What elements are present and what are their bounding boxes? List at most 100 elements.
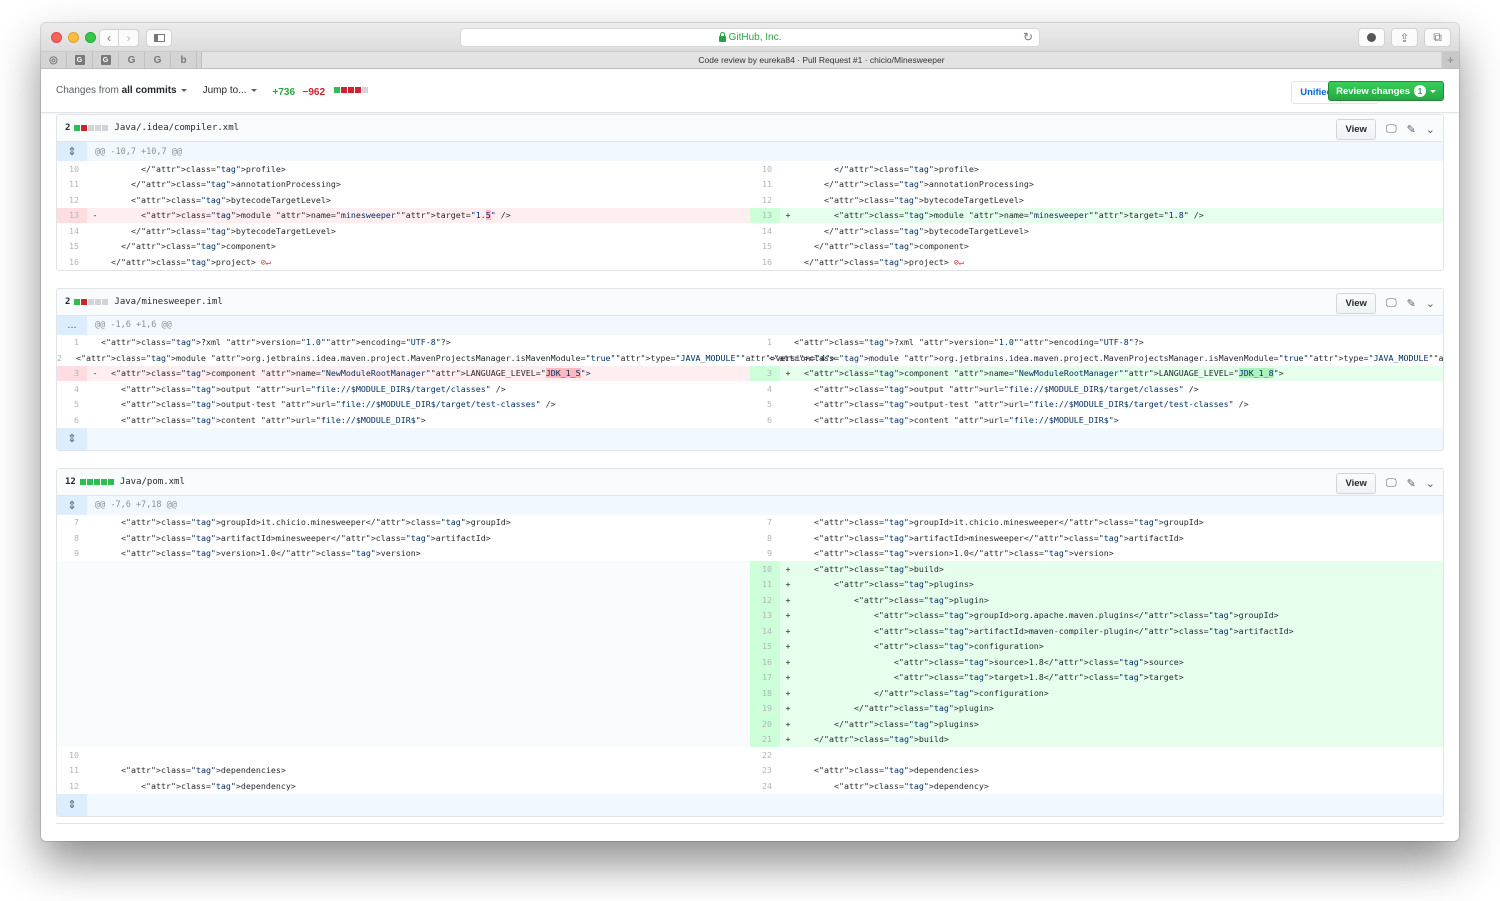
line-number[interactable]: 7 [750,515,780,531]
line-number[interactable]: 5 [750,397,780,413]
sidebar-toggle-button[interactable] [146,29,172,47]
expand-icon[interactable]: ⇕ [57,495,87,515]
close-window-button[interactable] [51,32,62,43]
expand-icon[interactable]: ⇕ [57,142,87,161]
favorite-google-1[interactable]: G [67,52,93,68]
zoom-window-button[interactable] [85,32,96,43]
line-number[interactable]: 2 [57,350,70,366]
favorite-github[interactable]: ◎ [41,52,67,68]
line-number[interactable]: 14 [750,623,780,639]
line-number[interactable]: 12 [57,192,87,208]
line-number[interactable]: 1 [57,335,87,351]
display-rich-diff-icon[interactable]: 🖵 [1386,123,1397,136]
file-path[interactable]: Java/minesweeper.iml [114,297,222,307]
line-number[interactable]: 4 [57,381,87,397]
line-number[interactable]: 4 [750,381,780,397]
expand-below[interactable]: ⇕ [57,793,1443,816]
line-number[interactable]: 10 [57,747,87,763]
line-number[interactable]: 19 [750,700,780,716]
line-number[interactable]: 11 [57,177,87,193]
line-number[interactable]: 6 [57,412,87,428]
line-number[interactable]: 13 [750,607,780,623]
line-number[interactable]: 21 [750,731,780,747]
review-changes-button[interactable]: Review changes 1 [1328,81,1444,101]
view-file-button[interactable]: View [1336,292,1376,314]
file-path[interactable]: Java/pom.xml [120,477,185,487]
line-number[interactable] [57,561,87,577]
line-number[interactable]: 12 [750,192,780,208]
line-number[interactable]: 14 [750,223,780,239]
display-rich-diff-icon[interactable]: 🖵 [1386,297,1397,310]
forward-button[interactable]: › [119,29,139,47]
favorite-google-4[interactable]: G [145,52,171,68]
line-number[interactable] [57,623,87,639]
line-number[interactable]: 15 [750,638,780,654]
line-number[interactable]: 15 [57,239,87,255]
view-file-button[interactable]: View [1336,119,1376,140]
pencil-icon[interactable]: ✎ [1407,297,1416,310]
line-number[interactable]: 9 [750,546,780,562]
line-number[interactable]: 5 [57,397,87,413]
line-number[interactable]: 15 [750,239,780,255]
line-number[interactable]: 3 [750,365,780,381]
favorite-google-2[interactable]: G [93,52,119,68]
line-number[interactable]: 2 [750,350,763,366]
line-number[interactable] [57,670,87,686]
line-number[interactable]: 18 [750,685,780,701]
reload-icon[interactable]: ↻ [1023,30,1033,44]
line-number[interactable]: 3 [57,365,87,381]
view-file-button[interactable]: View [1336,472,1376,494]
new-tab-button[interactable]: + [1442,52,1459,68]
line-number[interactable] [57,732,87,748]
favorite-bing[interactable]: b [171,52,197,68]
line-number[interactable]: 1 [750,335,780,351]
line-number[interactable]: 14 [57,223,87,239]
line-number[interactable]: 13 [57,207,87,223]
line-number[interactable]: 17 [750,669,780,685]
line-number[interactable]: 24 [750,778,780,794]
line-number[interactable]: 8 [57,530,87,546]
line-number[interactable] [57,685,87,701]
display-rich-diff-icon[interactable]: 🖵 [1386,477,1397,490]
line-number[interactable]: 11 [750,576,780,592]
line-number[interactable]: 11 [57,763,87,779]
favorite-google-3[interactable]: G [119,52,145,68]
share-button[interactable]: ⇪ [1391,28,1418,47]
line-number[interactable] [57,608,87,624]
minimize-window-button[interactable] [68,32,79,43]
file-path[interactable]: Java/.idea/compiler.xml [114,123,239,133]
line-number[interactable]: 8 [750,530,780,546]
line-number[interactable] [57,577,87,593]
line-number[interactable]: 22 [750,747,780,763]
line-number[interactable] [57,639,87,655]
line-number[interactable]: 12 [750,592,780,608]
line-number[interactable]: 20 [750,716,780,732]
chevron-down-icon[interactable]: ⌄ [1426,123,1435,136]
line-number[interactable] [57,654,87,670]
chevron-down-icon[interactable]: ⌄ [1426,477,1435,490]
line-number[interactable]: 10 [57,161,87,177]
line-number[interactable] [57,701,87,717]
address-bar[interactable]: GitHub, Inc. ↻ [460,28,1040,47]
changes-from-dropdown[interactable]: Changes from all commits [56,85,187,96]
line-number[interactable]: 9 [57,546,87,562]
line-number[interactable]: 13 [750,207,780,223]
expand-below[interactable]: ⇕ [57,427,1443,450]
pencil-icon[interactable]: ✎ [1407,123,1416,136]
line-number[interactable]: 23 [750,763,780,779]
line-number[interactable]: 10 [750,561,780,577]
line-number[interactable]: 16 [750,254,780,270]
line-number[interactable]: 7 [57,515,87,531]
jump-to-dropdown[interactable]: Jump to... [203,85,257,96]
line-number[interactable]: 16 [750,654,780,670]
back-button[interactable]: ‹ [99,29,119,47]
line-number[interactable] [57,716,87,732]
pencil-icon[interactable]: ✎ [1407,477,1416,490]
line-number[interactable]: 6 [750,412,780,428]
active-tab[interactable]: Code review by eureka84 · Pull Request #… [201,52,1441,68]
line-number[interactable]: 10 [750,161,780,177]
line-number[interactable]: 12 [57,778,87,794]
tabs-overview-button[interactable]: ⧉ [1424,28,1451,47]
line-number[interactable]: 16 [57,254,87,270]
line-number[interactable]: 11 [750,177,780,193]
